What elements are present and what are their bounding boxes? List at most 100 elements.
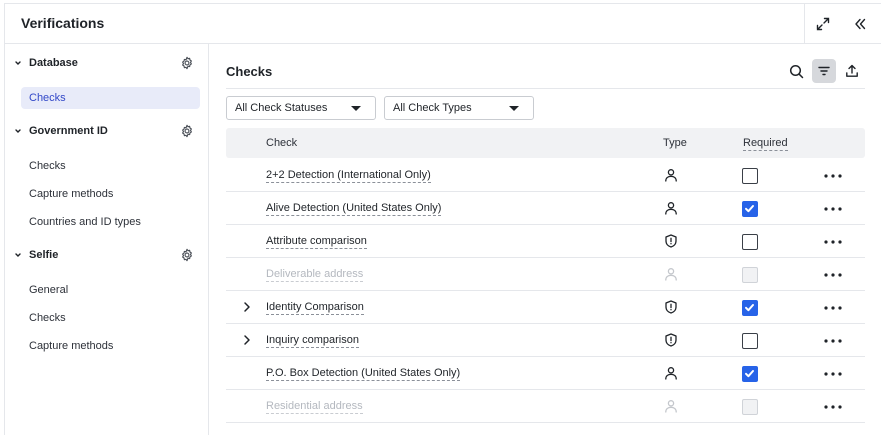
chevron-down-icon — [15, 253, 21, 257]
upload-icon — [846, 64, 858, 77]
row-actions-button[interactable] — [822, 235, 844, 249]
column-header-type: Type — [663, 137, 687, 149]
sidebar-section-database[interactable]: Database — [5, 54, 209, 74]
sidebar-item-database-checks[interactable]: Checks — [21, 87, 200, 109]
expand-icon — [816, 17, 830, 31]
person-icon — [665, 202, 677, 215]
more-horizontal-icon — [824, 339, 842, 343]
required-checkbox — [742, 399, 758, 415]
row-actions-button[interactable] — [822, 268, 844, 282]
sidebar-section-title: Selfie — [29, 249, 59, 261]
table-row: 2+2 Detection (International Only) — [226, 159, 865, 192]
table-row: Deliverable address — [226, 258, 865, 291]
person-icon — [665, 400, 677, 413]
row-actions-button[interactable] — [822, 334, 844, 348]
export-button[interactable] — [840, 59, 864, 83]
shield-alert-icon — [665, 234, 677, 248]
sidebar-item-selfie-checks[interactable]: Checks — [21, 307, 200, 329]
sidebar-item-countries-and-id-types[interactable]: Countries and ID types — [21, 211, 200, 233]
checkmark-icon — [745, 370, 754, 378]
more-horizontal-icon — [824, 372, 842, 376]
more-horizontal-icon — [824, 207, 842, 211]
check-name-link[interactable]: Residential address — [266, 400, 363, 414]
search-icon — [789, 64, 803, 78]
required-checkbox[interactable] — [742, 234, 758, 250]
column-header-check: Check — [266, 137, 298, 149]
table-row: Identity Comparison — [226, 291, 865, 324]
row-actions-button[interactable] — [822, 301, 844, 315]
required-checkbox[interactable] — [742, 333, 758, 349]
check-name-link[interactable]: Attribute comparison — [266, 235, 367, 249]
table-row: Residential address — [226, 390, 865, 423]
gear-icon[interactable] — [180, 248, 194, 262]
sidebar-section-government-id[interactable]: Government ID — [5, 122, 209, 142]
sidebar-item-government-id-checks[interactable]: Checks — [21, 155, 200, 177]
person-icon — [665, 367, 677, 380]
collapse-panel-button[interactable] — [848, 12, 872, 36]
person-icon — [665, 268, 677, 281]
chevron-right-icon[interactable] — [241, 334, 253, 346]
column-header-required[interactable]: Required — [743, 137, 788, 151]
top-bar-divider — [804, 4, 805, 44]
row-actions-button[interactable] — [822, 400, 844, 414]
required-checkbox — [742, 267, 758, 283]
check-name-link[interactable]: Deliverable address — [266, 268, 364, 282]
shield-alert-icon — [665, 333, 677, 347]
app-title: Verifications — [21, 15, 105, 31]
check-status-filter-value: All Check Statuses — [235, 102, 328, 114]
more-horizontal-icon — [824, 405, 842, 409]
check-status-filter[interactable]: All Check Statuses — [226, 96, 376, 120]
row-actions-button[interactable] — [822, 202, 844, 216]
caret-down-icon — [351, 106, 361, 111]
main-panel: Checks All Check Statuses All Check Type… — [210, 44, 881, 435]
more-horizontal-icon — [824, 273, 842, 277]
check-type-filter[interactable]: All Check Types — [384, 96, 534, 120]
title-divider — [226, 88, 865, 89]
search-button[interactable] — [784, 59, 808, 83]
sidebar: Database Checks Government ID Checks Cap… — [5, 44, 209, 435]
sidebar-section-title: Database — [29, 57, 78, 69]
top-bar: Verifications — [5, 4, 881, 44]
sidebar-item-government-id-capture-methods[interactable]: Capture methods — [21, 183, 200, 205]
gear-icon[interactable] — [180, 124, 194, 138]
required-checkbox[interactable] — [742, 366, 758, 382]
sidebar-item-selfie-capture-methods[interactable]: Capture methods — [21, 335, 200, 357]
table-row: Inquiry comparison — [226, 324, 865, 357]
filter-lines-icon — [818, 66, 830, 76]
row-actions-button[interactable] — [822, 367, 844, 381]
chevron-down-icon — [15, 61, 21, 65]
table-header: Check Type Required — [226, 128, 865, 158]
filter-button[interactable] — [812, 59, 836, 83]
required-checkbox[interactable] — [742, 168, 758, 184]
required-checkbox[interactable] — [742, 201, 758, 217]
more-horizontal-icon — [824, 174, 842, 178]
shield-alert-icon — [665, 300, 677, 314]
chevron-down-icon — [15, 129, 21, 133]
check-name-link[interactable]: Alive Detection (United States Only) — [266, 202, 442, 216]
page-title: Checks — [226, 64, 273, 79]
table-row: Alive Detection (United States Only) — [226, 192, 865, 225]
required-checkbox[interactable] — [742, 300, 758, 316]
sidebar-section-title: Government ID — [29, 125, 108, 137]
checkmark-icon — [745, 304, 754, 312]
caret-down-icon — [509, 106, 519, 111]
check-name-link[interactable]: Identity Comparison — [266, 301, 364, 315]
check-type-filter-value: All Check Types — [393, 102, 472, 114]
sidebar-section-selfie[interactable]: Selfie — [5, 246, 209, 266]
expand-button[interactable] — [811, 12, 835, 36]
sidebar-item-selfie-general[interactable]: General — [21, 279, 200, 301]
row-actions-button[interactable] — [822, 169, 844, 183]
checkmark-icon — [745, 205, 754, 213]
table-row: P.O. Box Detection (United States Only) — [226, 357, 865, 390]
chevrons-left-icon — [855, 18, 866, 30]
app-frame: Verifications Database Checks Government… — [4, 3, 881, 435]
check-name-link[interactable]: Inquiry comparison — [266, 334, 359, 348]
chevron-right-icon[interactable] — [241, 301, 253, 313]
check-name-link[interactable]: P.O. Box Detection (United States Only) — [266, 367, 461, 381]
check-name-link[interactable]: 2+2 Detection (International Only) — [266, 169, 431, 183]
table-row: Attribute comparison — [226, 225, 865, 258]
more-horizontal-icon — [824, 306, 842, 310]
more-horizontal-icon — [824, 240, 842, 244]
gear-icon[interactable] — [180, 56, 194, 70]
person-icon — [665, 169, 677, 182]
